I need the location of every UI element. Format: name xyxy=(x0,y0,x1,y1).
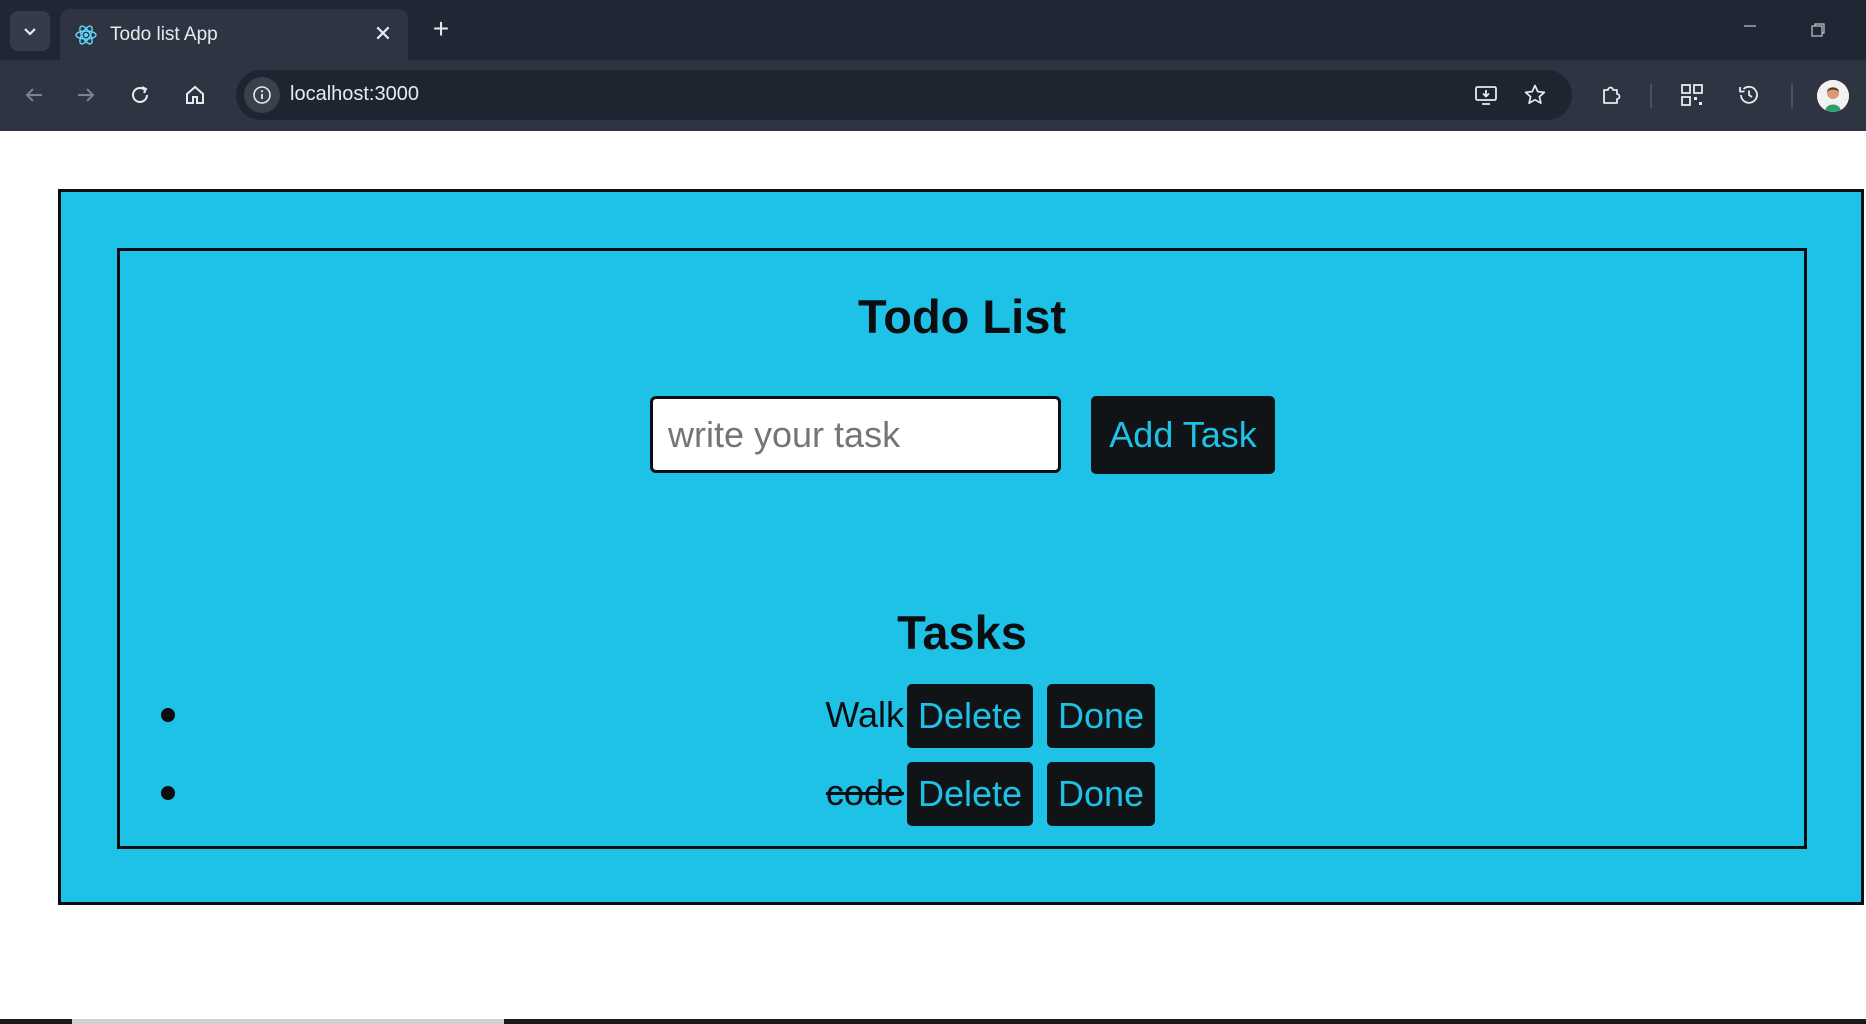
arrow-left-icon xyxy=(25,88,42,102)
info-icon xyxy=(253,86,271,104)
delete-task-button[interactable]: Delete xyxy=(907,684,1033,748)
install-app-icon xyxy=(1475,86,1497,105)
minimize-icon xyxy=(1744,25,1756,27)
browser-tabstrip: Todo list App ✕ + xyxy=(0,0,1866,60)
forward-button[interactable] xyxy=(66,75,106,115)
history-icon xyxy=(1739,85,1758,104)
page-viewport: Todo List Add Task Tasks Walk Delete Don… xyxy=(0,131,1866,1024)
qr-code-button[interactable] xyxy=(1672,75,1712,115)
back-button[interactable] xyxy=(14,75,54,115)
arrow-right-icon xyxy=(78,88,95,102)
install-app-button[interactable] xyxy=(1470,79,1502,111)
toolbar-divider xyxy=(1791,84,1793,108)
extensions-button[interactable] xyxy=(1592,75,1632,115)
qr-code-icon xyxy=(1681,84,1703,106)
profile-avatar-icon xyxy=(1817,80,1849,112)
taskbar-active-item xyxy=(72,1019,504,1024)
bullet-icon xyxy=(161,786,175,800)
todo-card: Todo List Add Task Tasks Walk Delete Don… xyxy=(117,248,1807,849)
react-atom-icon xyxy=(72,21,100,49)
tab-title: Todo list App xyxy=(110,23,218,45)
app-container: Todo List Add Task Tasks Walk Delete Don… xyxy=(58,189,1864,905)
reload-button[interactable] xyxy=(120,75,160,115)
task-text: Walk xyxy=(825,694,904,735)
task-input[interactable] xyxy=(650,396,1061,473)
home-icon xyxy=(186,85,204,104)
avatar[interactable] xyxy=(1817,80,1849,112)
browser-toolbar: localhost:3000 xyxy=(0,60,1866,131)
restore-button[interactable] xyxy=(1803,18,1833,42)
toolbar-divider xyxy=(1650,84,1652,108)
puzzle-icon xyxy=(1603,86,1621,104)
done-task-button[interactable]: Done xyxy=(1047,762,1155,826)
url-text[interactable]: localhost:3000 xyxy=(290,83,419,106)
new-tab-button[interactable]: + xyxy=(424,12,458,46)
delete-task-button[interactable]: Delete xyxy=(907,762,1033,826)
close-icon[interactable]: ✕ xyxy=(370,21,396,47)
home-button[interactable] xyxy=(175,75,215,115)
task-item: Walk Delete Done xyxy=(120,684,1804,748)
chevron-down-icon xyxy=(24,28,36,36)
history-button[interactable] xyxy=(1729,75,1769,115)
done-task-button[interactable]: Done xyxy=(1047,684,1155,748)
reload-icon xyxy=(132,86,148,103)
address-bar[interactable]: localhost:3000 xyxy=(236,70,1572,120)
bullet-icon xyxy=(161,708,175,722)
site-info-button[interactable] xyxy=(244,77,280,113)
page-title: Todo List xyxy=(858,290,1066,343)
taskbar-edge xyxy=(0,1019,1866,1024)
task-text-completed: code xyxy=(825,772,904,813)
task-item: code Delete Done xyxy=(120,762,1804,826)
browser-tab[interactable]: Todo list App ✕ xyxy=(60,9,408,60)
tasks-heading: Tasks xyxy=(897,606,1027,659)
tab-search-button[interactable] xyxy=(10,11,50,51)
add-task-button[interactable]: Add Task xyxy=(1091,396,1275,474)
bookmark-button[interactable] xyxy=(1519,79,1551,111)
minimize-button[interactable] xyxy=(1735,18,1765,38)
star-icon xyxy=(1524,84,1546,105)
restore-icon xyxy=(1811,23,1825,37)
